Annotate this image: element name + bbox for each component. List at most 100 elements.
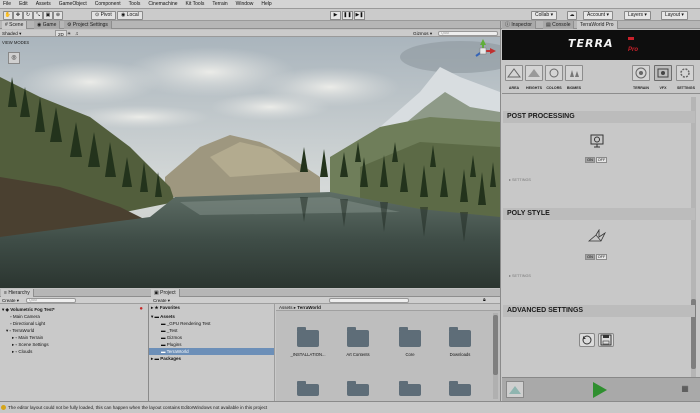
- tab-inspector[interactable]: ⓘ Inspector: [502, 21, 536, 29]
- hierarchy-item-terraworld[interactable]: ▾ ▫ TerraWorld: [0, 327, 149, 334]
- heights-icon[interactable]: [525, 65, 543, 81]
- hierarchy-item-scene-settings[interactable]: ▸ ▫ Scene Settings: [0, 341, 149, 348]
- tab-console[interactable]: ▤ Console: [543, 21, 575, 29]
- project-tree-label: Gizmos: [166, 335, 183, 340]
- account-dropdown[interactable]: Account ▾: [583, 10, 613, 20]
- breadcrumb-terraworld[interactable]: TerraWorld: [297, 305, 321, 310]
- scene-search-input[interactable]: Q•All: [438, 31, 498, 36]
- move-tool-icon[interactable]: ✥: [13, 10, 23, 20]
- reset-icon[interactable]: [579, 333, 595, 347]
- menu-help[interactable]: Help: [261, 1, 271, 7]
- folder-icon[interactable]: [399, 381, 421, 396]
- menu-gameobject[interactable]: GameObject: [59, 1, 87, 7]
- lighting-toggle-icon[interactable]: ☀: [67, 30, 71, 37]
- hierarchy-item-directional-light[interactable]: ▫ Directional Light: [0, 320, 149, 327]
- folder-icon[interactable]: [297, 381, 319, 396]
- folder-label: _INSTALLATION...: [290, 352, 326, 357]
- folder-icon[interactable]: [449, 381, 471, 396]
- lock-icon[interactable]: 🔒︎: [483, 297, 486, 304]
- scene-options-icon[interactable]: ●: [139, 306, 143, 313]
- menu-file[interactable]: File: [3, 1, 11, 7]
- project-tree-packages[interactable]: ▸ ▬ Packages: [149, 355, 274, 362]
- menu-tools[interactable]: Tools: [129, 1, 141, 7]
- cloud-icon[interactable]: ☁: [567, 10, 577, 20]
- project-tree-gpu-rendering-test[interactable]: ▬ _GPU Rendering Test: [149, 320, 274, 327]
- tab-terraworld-pro[interactable]: TerraWorld Pro: [577, 21, 618, 29]
- poly-style-settings-foldout[interactable]: ▸ SETTINGS: [509, 273, 531, 278]
- colors-icon[interactable]: [545, 65, 563, 81]
- play-button[interactable]: ▶: [330, 10, 341, 20]
- project-tree-gizmos[interactable]: ▬ Gizmos: [149, 334, 274, 341]
- tab-project-settings[interactable]: ⚙ Project Settings: [64, 21, 112, 29]
- project-toolbar: Create ▾ 🔒︎: [149, 297, 500, 304]
- poly-style-on-toggle[interactable]: ON: [585, 254, 595, 260]
- hierarchy-item-label: Directional Light: [12, 321, 46, 326]
- hierarchy-item-main-camera[interactable]: ▫ Main Camera: [0, 313, 149, 320]
- tab-project[interactable]: ▣ Project: [151, 289, 180, 297]
- menu-window[interactable]: Window: [236, 1, 254, 7]
- hierarchy-item-label: Scene Settings: [18, 342, 49, 347]
- project-tree-favorites[interactable]: ▸ ★ Favorites: [149, 304, 274, 311]
- menu-assets[interactable]: Assets: [36, 1, 51, 7]
- pivot-toggle[interactable]: ⊙ Pivot: [91, 10, 116, 20]
- project-tree-assets[interactable]: ▾ ▬ Assets: [149, 313, 274, 320]
- transform-tool-icon[interactable]: ⊕: [53, 10, 63, 20]
- area-icon[interactable]: [505, 65, 523, 81]
- breadcrumb-assets[interactable]: Assets: [279, 305, 293, 310]
- console-tab-icon: ▤: [546, 22, 551, 28]
- menu-edit[interactable]: Edit: [19, 1, 28, 7]
- render-settings-icon[interactable]: ▦: [678, 383, 692, 395]
- post-processing-off-toggle[interactable]: OFF: [596, 157, 607, 163]
- rect-tool-icon[interactable]: ▣: [43, 10, 53, 20]
- audio-toggle-icon[interactable]: ♫: [75, 30, 78, 37]
- hand-tool-icon[interactable]: ✋: [3, 10, 13, 20]
- generate-play-button[interactable]: [588, 380, 610, 400]
- layout-dropdown[interactable]: Layout ▾: [661, 10, 688, 20]
- post-processing-settings-foldout[interactable]: ▸ SETTINGS: [509, 177, 531, 182]
- save-icon[interactable]: [598, 333, 614, 347]
- project-tree-terraworld[interactable]: ▬ TerraWorld: [149, 348, 274, 355]
- project-scrollbar[interactable]: [493, 313, 498, 399]
- menu-terrain[interactable]: Terrain: [212, 1, 227, 7]
- project-search-input[interactable]: [329, 298, 409, 303]
- step-button[interactable]: ▶❚: [354, 10, 365, 20]
- shading-mode-dropdown[interactable]: Shaded ▾: [2, 30, 42, 37]
- gizmos-dropdown[interactable]: Gizmos ▾: [413, 30, 432, 37]
- menu-cinemachine[interactable]: Cinemachine: [148, 1, 177, 7]
- tab-game[interactable]: ◉ Game: [34, 21, 61, 29]
- tab-hierarchy[interactable]: ≡ Hierarchy: [1, 289, 34, 297]
- view-mode-icon[interactable]: ◎: [8, 52, 20, 64]
- project-scroll-thumb[interactable]: [493, 315, 498, 375]
- hierarchy-item-clouds[interactable]: ▸ ▫ Clouds: [0, 348, 149, 355]
- scale-tool-icon[interactable]: ⤡: [33, 10, 43, 20]
- inspector-scrollbar[interactable]: [691, 97, 696, 377]
- mode-2d-toggle[interactable]: 2D: [55, 30, 67, 37]
- hierarchy-create-button[interactable]: Create ▾: [2, 297, 19, 304]
- scene-gizmo-icon[interactable]: [470, 39, 496, 63]
- folder-label: Downloads: [449, 352, 471, 357]
- collab-dropdown[interactable]: Collab ▾: [531, 10, 558, 20]
- scene-viewport[interactable]: VIEW MODES ◎: [0, 37, 500, 288]
- vfx-icon[interactable]: [654, 65, 672, 81]
- rotate-tool-icon[interactable]: ↻: [23, 10, 33, 20]
- space-toggle[interactable]: ◉ Local: [117, 10, 143, 20]
- menu-kit-tools[interactable]: Kit Tools: [186, 1, 205, 7]
- biomes-icon[interactable]: [565, 65, 583, 81]
- project-tree-test[interactable]: ▬ _Test: [149, 327, 274, 334]
- project-tree-plugins[interactable]: ▬ Plugins: [149, 341, 274, 348]
- tab-hierarchy-label: Hierarchy: [8, 290, 30, 296]
- tab-scene[interactable]: # Scene: [2, 21, 28, 29]
- folder-icon[interactable]: [347, 381, 369, 396]
- hierarchy-item-scene[interactable]: ▾ ◈ Volumetric Fog Test* ●: [0, 306, 149, 313]
- layers-dropdown[interactable]: Layers ▾: [624, 10, 651, 20]
- terrain-preview-icon[interactable]: [506, 381, 524, 398]
- post-processing-on-toggle[interactable]: ON: [585, 157, 595, 163]
- project-create-button[interactable]: Create ▾: [153, 297, 170, 304]
- hierarchy-search-input[interactable]: Q•All: [26, 298, 76, 303]
- terrain-icon[interactable]: [632, 65, 650, 81]
- menu-component[interactable]: Component: [95, 1, 121, 7]
- hierarchy-item-main-terrain[interactable]: ▸ ▫ Main Terrain: [0, 334, 149, 341]
- poly-style-off-toggle[interactable]: OFF: [596, 254, 607, 260]
- pause-button[interactable]: ❚❚: [342, 10, 353, 20]
- settings-icon[interactable]: [676, 65, 694, 81]
